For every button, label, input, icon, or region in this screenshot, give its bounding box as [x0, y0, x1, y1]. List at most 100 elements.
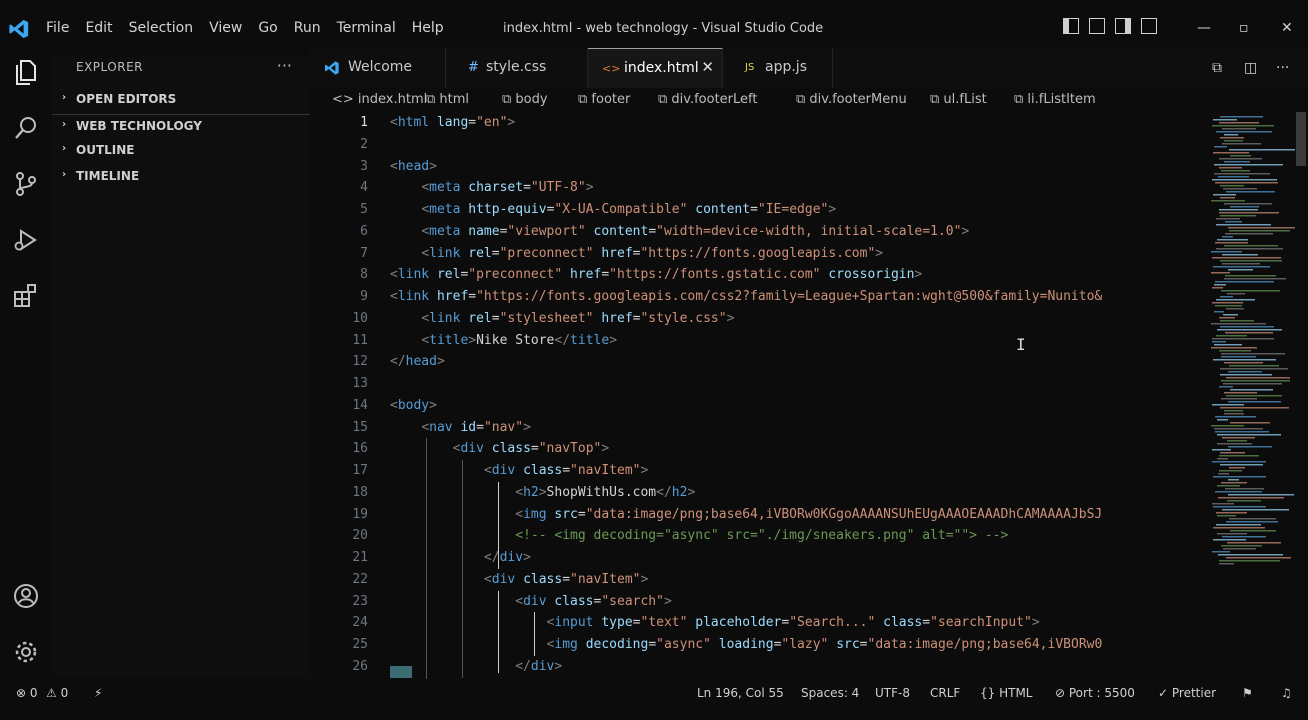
status-eol[interactable]: CRLF [930, 686, 960, 700]
code-line[interactable]: 8 <link rel="preconnect" href="https://fo… [310, 264, 1308, 286]
minimap[interactable] [1205, 112, 1295, 572]
code-line[interactable]: 13 [310, 373, 1308, 395]
indent-guide [462, 460, 463, 678]
code-line[interactable]: 11 <title>Nike Store</title> [310, 330, 1308, 352]
minimap-line [1212, 302, 1243, 304]
menu-go[interactable]: Go [258, 20, 277, 36]
tab-index-html[interactable]: <> index.html ✕ [588, 48, 723, 88]
breadcrumb-item[interactable]: ⧉ body [502, 92, 548, 107]
menu-selection[interactable]: Selection [129, 20, 194, 36]
tab-welcome[interactable]: Welcome [310, 48, 446, 88]
toggle-panel-icon[interactable] [1089, 18, 1105, 34]
minimap-line [1212, 125, 1274, 127]
code-line[interactable]: 23 <div class="search"> [310, 591, 1308, 613]
menu-edit[interactable]: Edit [85, 20, 112, 36]
code-text: <div class="navTop"> [452, 441, 610, 457]
code-line[interactable]: 10 <link rel="stylesheet" href="style.cs… [310, 308, 1308, 330]
live-share-icon[interactable]: ⚡ [94, 686, 102, 700]
close-window-icon[interactable]: ✕ [1281, 20, 1293, 36]
breadcrumb-item[interactable]: ⧉ div.footerMenu [796, 92, 907, 107]
vertical-scrollbar[interactable] [1296, 112, 1306, 166]
minimap-line [1212, 341, 1226, 343]
status-language[interactable]: {} HTML [980, 686, 1032, 700]
search-icon[interactable] [12, 114, 40, 142]
status-encoding[interactable]: UTF-8 [875, 686, 910, 700]
notifications-bell-icon[interactable]: ♫ [1281, 686, 1292, 700]
run-debug-icon[interactable] [12, 226, 40, 254]
code-line[interactable]: 21 </div> [310, 547, 1308, 569]
code-line[interactable]: 7 <link rel="preconnect" href="https://f… [310, 243, 1308, 265]
code-line[interactable]: 9 <link href="https://fonts.googleapis.co… [310, 286, 1308, 308]
breadcrumb-item[interactable]: ⧉ footer [578, 92, 630, 107]
minimap-line [1229, 365, 1279, 367]
minimap-line [1216, 524, 1261, 526]
minimap-line [1218, 176, 1249, 178]
section-timeline[interactable]: › TIMELINE [52, 165, 310, 189]
breadcrumb-item[interactable]: ⧉ ul.fList [930, 92, 987, 107]
status-indentation[interactable]: Spaces: 4 [801, 686, 859, 700]
section-open-editors[interactable]: › OPEN EDITORS [52, 88, 310, 112]
minimap-line [1213, 194, 1236, 196]
more-tab-actions-icon[interactable]: ··· [1276, 60, 1289, 76]
minimap-line [1213, 506, 1266, 508]
status-cursor-position[interactable]: Ln 196, Col 55 [697, 686, 784, 700]
minimap-line [1212, 338, 1274, 340]
tab-style-css[interactable]: # style.css [446, 48, 588, 88]
accounts-icon[interactable] [12, 582, 40, 610]
code-line[interactable]: 16 <div class="navTop"> [310, 438, 1308, 460]
code-line[interactable]: 1 <html lang="en"> [310, 112, 1308, 134]
code-line[interactable]: 14 <body> [310, 395, 1308, 417]
menu-file[interactable]: File [46, 20, 69, 36]
menu-run[interactable]: Run [294, 20, 321, 36]
code-line[interactable]: 19 <img src="data:image/png;base64,iVBOR… [310, 504, 1308, 526]
tab-app-js[interactable]: JS app.js [723, 48, 833, 88]
code-line[interactable]: 4 <meta charset="UTF-8"> [310, 177, 1308, 199]
code-line[interactable]: 3 <head> [310, 156, 1308, 178]
minimap-line [1225, 488, 1264, 490]
code-line[interactable]: 2 [310, 134, 1308, 156]
more-actions-icon[interactable]: ··· [277, 56, 292, 75]
menu-terminal[interactable]: Terminal [337, 20, 396, 36]
section-outline[interactable]: › OUTLINE [52, 139, 310, 163]
chevron-right-icon: › [62, 169, 67, 180]
explorer-files-icon[interactable] [12, 58, 40, 86]
maximize-icon[interactable]: ▫ [1239, 20, 1249, 36]
split-editor-icon[interactable]: ◫ [1244, 60, 1257, 76]
code-line[interactable]: 26 </div> [310, 656, 1308, 678]
code-line[interactable]: 24 <input type="text" placeholder="Searc… [310, 612, 1308, 634]
code-line[interactable]: 5 <meta http-equiv="X-UA-Compatible" con… [310, 199, 1308, 221]
status-warnings[interactable]: ⚠ 0 [46, 686, 68, 700]
extensions-icon[interactable] [12, 282, 40, 310]
close-tab-icon[interactable]: ✕ [701, 58, 714, 76]
breadcrumb-item[interactable]: ⧉ div.footerLeft [658, 92, 757, 107]
toggle-primary-sidebar-icon[interactable] [1063, 18, 1079, 34]
settings-gear-icon[interactable] [12, 638, 40, 666]
code-line[interactable]: 12 </head> [310, 351, 1308, 373]
minimap-line [1221, 356, 1256, 358]
code-line[interactable]: 18 <h2>ShopWithUs.com</h2> [310, 482, 1308, 504]
breadcrumb-item[interactable]: <> index.html [332, 92, 427, 107]
menu-help[interactable]: Help [412, 20, 444, 36]
menu-view[interactable]: View [209, 20, 242, 36]
toggle-secondary-sidebar-icon[interactable] [1115, 18, 1131, 34]
minimize-icon[interactable]: — [1197, 20, 1211, 36]
code-editor[interactable]: 1 <html lang="en"> 2 3 <head> 4 <meta charset… [310, 112, 1308, 679]
breadcrumb-item[interactable]: ⧉ li.fListItem [1014, 92, 1096, 107]
status-errors[interactable]: ⊗ 0 [16, 686, 38, 700]
code-line[interactable]: 15 <nav id="nav"> [310, 417, 1308, 439]
code-line[interactable]: 17 <div class="navItem"> [310, 460, 1308, 482]
section-web-technology[interactable]: › WEB TECHNOLOGY [52, 114, 310, 139]
code-line[interactable]: 22 <div class="navItem"> [310, 569, 1308, 591]
code-line[interactable]: 6 <meta name="viewport" content="width=d… [310, 221, 1308, 243]
minimap-line [1215, 305, 1242, 307]
feedback-icon[interactable]: ⚑ [1242, 686, 1253, 700]
source-control-icon[interactable] [12, 170, 40, 198]
customize-layout-icon[interactable] [1141, 18, 1157, 34]
code-line[interactable]: 25 <img decoding="async" loading="lazy" … [310, 634, 1308, 656]
breadcrumb-item[interactable]: ⧉ html [426, 92, 469, 107]
code-line[interactable]: 20 <!-- <img decoding="async" src="./img… [310, 525, 1308, 547]
open-changes-icon[interactable]: ⧉ [1212, 60, 1222, 76]
status-prettier[interactable]: ✓ Prettier [1158, 686, 1216, 700]
minimap-line [1211, 272, 1230, 274]
status-live-server-port[interactable]: ⊘ Port : 5500 [1055, 686, 1135, 700]
